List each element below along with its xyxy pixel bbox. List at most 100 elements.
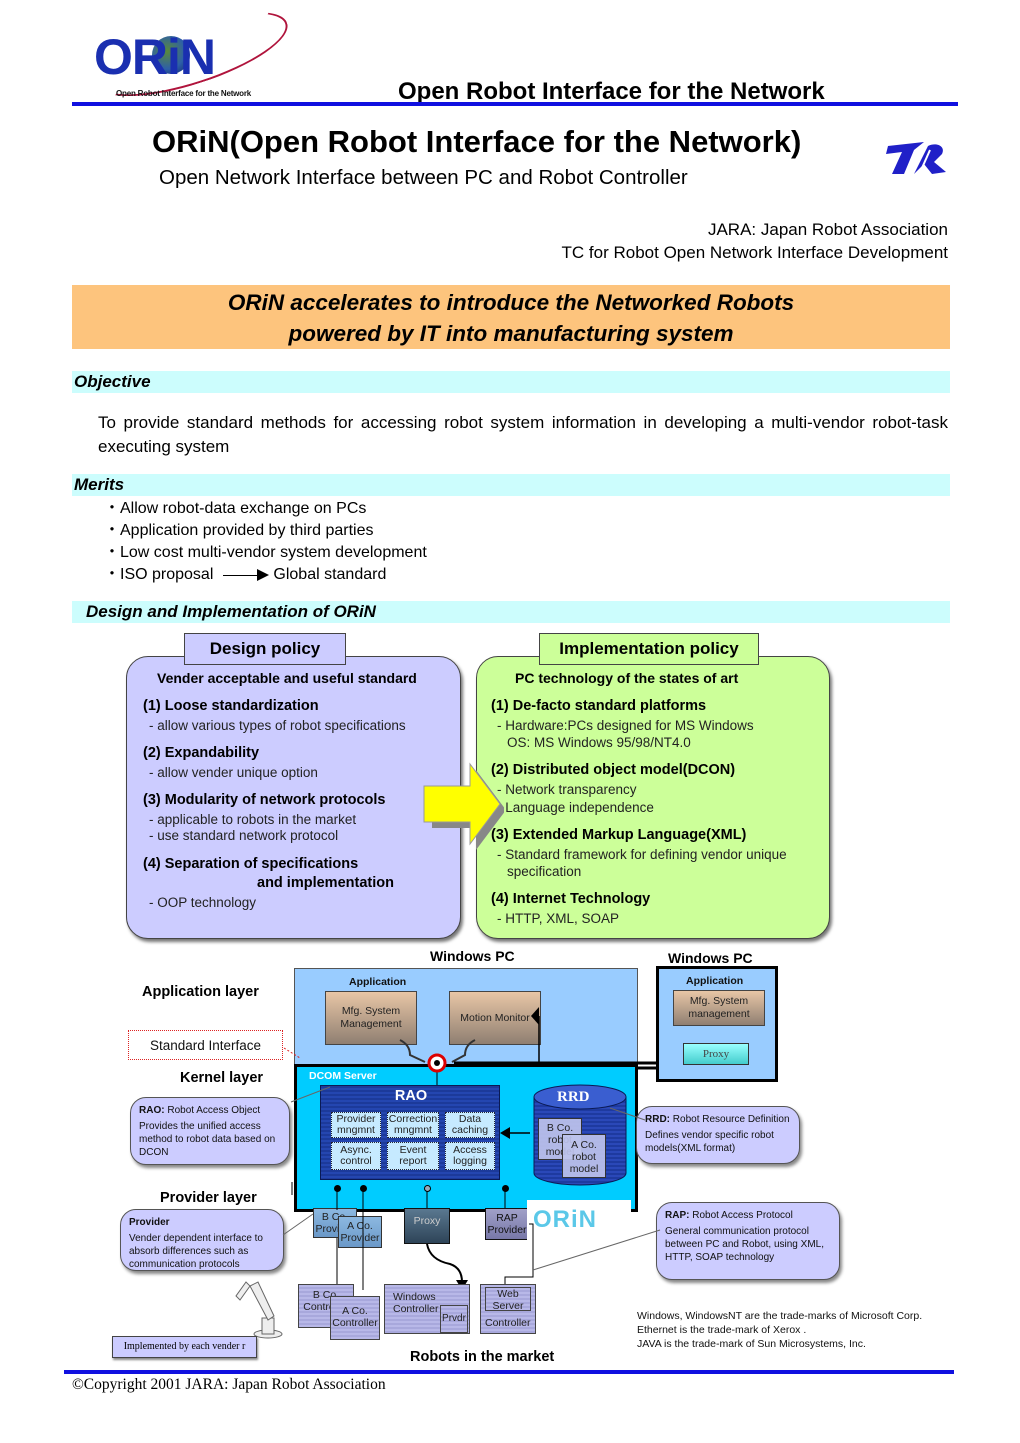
application-label: Application (686, 975, 744, 987)
banner-line-1: ORiN accelerates to introduce the Networ… (227, 290, 795, 315)
impl-item-sub: - Standard framework for defining vendor… (497, 847, 787, 862)
objective-heading: Objective (72, 371, 950, 393)
robot-arm-icon (235, 1281, 283, 1339)
web-controller: Web Server Controller (480, 1284, 536, 1334)
impl-item-title: (2) Distributed object model(DCON) (491, 762, 736, 778)
page-title: ORiN(Open Robot Interface for the Networ… (152, 124, 802, 159)
rao-cell: Event report (387, 1142, 439, 1170)
implemented-by-vender-note: Implemented by each vender r (112, 1336, 257, 1358)
impl-item-sub: - HTTP, XML, SOAP (497, 911, 620, 926)
org-committee: TC for Robot Open Network Interface Deve… (561, 243, 948, 262)
tagline-banner: ORiN accelerates to introduce the Networ… (72, 285, 950, 349)
design-item-sub: - allow vender unique option (149, 765, 318, 780)
impl-item-title: (1) De-facto standard platforms (491, 698, 707, 714)
merit-item: ・ Application provided by third parties (104, 522, 374, 539)
impl-item-sub: - Network transparency (497, 782, 637, 797)
merits-heading: Merits (72, 474, 950, 496)
footer-rule (64, 1370, 954, 1374)
provider-callout: Provider Vender dependent interface to a… (120, 1209, 284, 1271)
orin-watermark: ORiN (527, 1200, 631, 1244)
rap-callout: RAP: Robot Access Protocol General commu… (656, 1202, 840, 1280)
a-co-provider: A Co. Provider (338, 1216, 382, 1248)
mfg-system-management-app-2: Mfg. System management (673, 990, 765, 1026)
design-item-sub: - OOP technology (149, 895, 257, 910)
rrd-callout: RRD: Robot Resource Definition Defines v… (636, 1106, 800, 1164)
rap-provider: RAP Provider (485, 1208, 529, 1240)
merit-item-iso: ・ ISO proposal Global standard (104, 566, 387, 583)
design-item-title: (2) Expandability (143, 745, 260, 761)
arrow-right-icon (223, 574, 258, 576)
jara-logo-icon (886, 142, 946, 174)
windows-pc-2-box: Application Mfg. System management Proxy (656, 966, 778, 1082)
header-rule (72, 102, 958, 106)
implementation-policy-box: PC technology of the states of art (1) D… (476, 656, 830, 939)
proxy-box: Proxy (683, 1043, 749, 1065)
a-co-controller: A Co. Controller (330, 1296, 380, 1340)
design-item-title: (4) Separation of specifications (143, 856, 359, 872)
rao-callout: RAO: Robot Access Object Provides the un… (130, 1097, 290, 1165)
trademark-line: Windows, WindowsNT are the trade-marks o… (637, 1310, 923, 1322)
design-policy-head: Vender acceptable and useful standard (157, 670, 417, 686)
design-item-title: (3) Modularity of network protocols (143, 792, 386, 808)
block-arrow-right-icon (423, 762, 504, 850)
connector-pin (360, 1185, 367, 1192)
standard-interface-label: Standard Interface (128, 1030, 283, 1060)
page-subtitle: Open Network Interface between PC and Ro… (159, 166, 688, 189)
design-policy-box: Vender acceptable and useful standard (1… (126, 656, 461, 939)
impl-policy-head: PC technology of the states of art (515, 670, 739, 686)
logo-mark: ORiN (94, 29, 216, 85)
mfg-system-management-app: Mfg. System Management (325, 991, 417, 1045)
design-item-sub: - allow various types of robot specifica… (149, 718, 406, 733)
rao-title: RAO (394, 1088, 428, 1104)
connector-pin (424, 1185, 431, 1192)
orin-logo: ORiN Open Robot Interface for the Networ… (72, 0, 312, 114)
trademark-line: JAVA is the trade-mark of Sun Microsyste… (637, 1338, 866, 1350)
rao-cell: Async. control (331, 1142, 381, 1170)
rao-cell: Provider mngmnt (331, 1112, 381, 1138)
banner-line-2: powered by IT into manufacturing system (288, 321, 734, 346)
rao-cell: Access logging (445, 1142, 495, 1170)
logo-tagline: Open Robot Interface for the Network (116, 89, 252, 98)
kernel-layer-label: Kernel layer (180, 1070, 264, 1086)
dcom-server-label: DCOM Server (309, 1070, 377, 1082)
rao-cell: Correction mngmnt (387, 1112, 439, 1138)
web-server: Web Server (485, 1287, 531, 1312)
proxy-to-windows-link (426, 1243, 463, 1283)
application-layer-label: Application layer (142, 984, 259, 1000)
objective-text: To provide standard methods for accessin… (98, 413, 948, 456)
impl-item-title: (4) Internet Technology (491, 891, 651, 907)
design-item-title-cont: and implementation (257, 875, 394, 891)
implementation-policy-tab: Implementation policy (539, 633, 759, 665)
merit-item: ・ Allow robot-data exchange on PCs (104, 500, 367, 517)
impl-item-sub: OS: MS Windows 95/98/NT4.0 (507, 735, 691, 750)
impl-item-sub: - Hardware:PCs designed for MS Windows (497, 718, 754, 733)
windows-pc-label: Windows PC (430, 948, 515, 964)
trademark-line: Ethernet is the trade-mark of Xerox . (637, 1324, 807, 1336)
windows-pc-box: Application Mfg. System Management Motio… (294, 968, 638, 1068)
impl-item-title: (3) Extended Markup Language(XML) (491, 827, 747, 843)
application-label: Application (349, 976, 407, 988)
windows-pc-label-2: Windows PC (668, 950, 753, 966)
impl-item-sub: specification (507, 864, 582, 879)
rrd-title: RRD (557, 1089, 590, 1105)
impl-item-sub: - Language independence (497, 800, 654, 815)
windows-provider: Prvdr (440, 1305, 468, 1333)
connector-pin (502, 1185, 509, 1192)
provider-layer-label: Provider layer (160, 1190, 257, 1206)
a-co-robot-model: A Co. robot model (562, 1134, 606, 1178)
proxy-provider: Proxy (404, 1208, 450, 1244)
org-name: JARA: Japan Robot Association (707, 220, 948, 239)
trademarks: Windows, WindowsNT are the trade-marks o… (637, 1309, 922, 1351)
design-policy-tab: Design policy (184, 633, 346, 665)
robots-in-market-label: Robots in the market (410, 1349, 555, 1365)
rao-cell: Data caching (445, 1112, 495, 1138)
motion-monitor-app: Motion Monitor (449, 991, 541, 1045)
design-item-title: (1) Loose standardization (143, 698, 319, 714)
merit-item: ・ Low cost multi-vendor system developmen… (104, 544, 427, 561)
connector-pin (334, 1185, 341, 1192)
merits-list: ・ Allow robot-data exchange on PCs ・ Appli… (104, 498, 427, 586)
design-item-sub: - use standard network protocol (149, 828, 339, 843)
rao-box: RAO Provider mngmnt Correction mngmnt Da… (320, 1085, 500, 1180)
design-impl-heading: Design and Implementation of ORiN (72, 601, 950, 623)
callout-pointer (282, 1213, 314, 1236)
